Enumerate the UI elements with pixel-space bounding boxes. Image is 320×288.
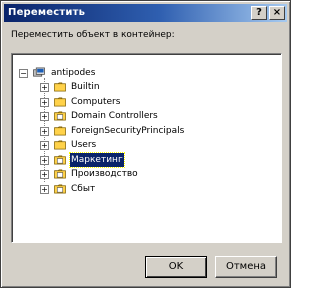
container-tree[interactable]: − antipodes + Builtin + Computers + Domain Co… — [11, 53, 282, 243]
folder-icon — [54, 97, 66, 107]
folder-icon — [54, 140, 66, 150]
help-button[interactable]: ? — [251, 6, 267, 20]
tree-item-label: ForeignSecurityPrincipals — [71, 126, 185, 136]
tree-item-row[interactable]: + Маркетинг — [16, 152, 266, 168]
close-button[interactable]: × — [269, 6, 285, 20]
collapse-icon[interactable]: − — [19, 69, 28, 78]
expand-icon[interactable]: + — [40, 98, 49, 107]
ou-folder-icon — [54, 155, 66, 165]
folder-icon — [54, 126, 66, 136]
tree-item-row[interactable]: + Builtin — [16, 80, 266, 94]
tree-item-row[interactable]: + Производство — [16, 167, 266, 181]
tree-item-label: Users — [71, 140, 97, 150]
move-prompt-label: Переместить объект в контейнер: — [11, 30, 175, 40]
tree-root-label: antipodes — [51, 68, 96, 78]
tree-item-label: Производство — [71, 169, 138, 179]
expand-icon[interactable]: + — [40, 170, 49, 179]
expand-icon[interactable]: + — [40, 83, 49, 92]
expand-icon[interactable]: + — [40, 185, 49, 194]
ou-folder-icon — [54, 111, 66, 121]
expand-icon[interactable]: + — [40, 127, 49, 136]
ou-folder-icon — [54, 169, 66, 179]
ou-folder-icon — [54, 184, 66, 194]
move-dialog: Переместить ? × Переместить объект в кон… — [0, 0, 291, 288]
tree-root-row[interactable]: − antipodes — [16, 66, 216, 80]
cancel-button[interactable]: Отмена — [215, 256, 277, 278]
tree-item-row[interactable]: + Computers — [16, 95, 266, 109]
ok-button[interactable]: OK — [145, 256, 207, 278]
tree-item-label: Computers — [71, 97, 121, 107]
tree-item-label: Маркетинг — [69, 152, 125, 168]
folder-icon — [54, 82, 66, 92]
domain-icon — [33, 67, 45, 77]
expand-icon[interactable]: + — [40, 156, 49, 165]
title-bar[interactable]: Переместить ? × — [4, 4, 287, 22]
expand-icon[interactable]: + — [40, 141, 49, 150]
tree-item-label: Domain Controllers — [71, 111, 158, 121]
window-title: Переместить — [8, 7, 86, 18]
tree-item-label: Сбыт — [71, 184, 96, 194]
tree-item-label: Builtin — [71, 82, 100, 92]
tree-item-row[interactable]: + Users — [16, 138, 266, 152]
tree-item-row[interactable]: + Domain Controllers — [16, 109, 266, 123]
tree-item-row[interactable]: + ForeignSecurityPrincipals — [16, 124, 266, 138]
tree-item-row[interactable]: + Сбыт — [16, 182, 266, 196]
expand-icon[interactable]: + — [40, 112, 49, 121]
